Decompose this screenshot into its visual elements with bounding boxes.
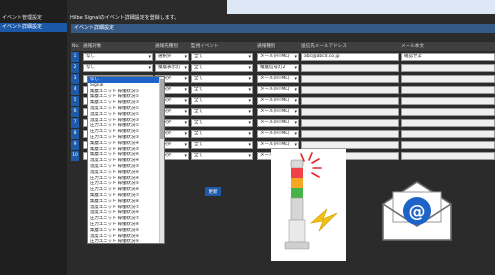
- email-input[interactable]: [301, 64, 399, 72]
- column-header-no: No.: [72, 44, 80, 49]
- column-header-dest-type: 通報先種別: [155, 44, 178, 49]
- dropdown-option[interactable]: 圧力ユニット 稼働状況⑨: [88, 239, 164, 243]
- row-number: 10: [71, 151, 79, 161]
- body-input[interactable]: [401, 64, 495, 72]
- email-input[interactable]: abc@abcd.co.jp: [301, 53, 399, 61]
- sidebar-item-event-management[interactable]: イベント管理設定: [0, 14, 67, 23]
- row-number: 7: [71, 118, 79, 128]
- email-input[interactable]: [301, 141, 399, 149]
- email-input[interactable]: [301, 97, 399, 105]
- kind-select[interactable]: メール(HTML): [257, 130, 299, 138]
- email-input[interactable]: [301, 75, 399, 83]
- body-input[interactable]: [401, 75, 495, 83]
- table-row: 2 なし積層表示灯全て積層信号灯2: [71, 63, 495, 73]
- event-select[interactable]: 全て: [191, 141, 253, 149]
- top-banner: [227, 0, 495, 14]
- column-header-event: 監視イベント: [191, 44, 219, 49]
- kind-select[interactable]: メール(HTML): [257, 86, 299, 94]
- body-input[interactable]: [401, 130, 495, 138]
- row-number: 1: [71, 52, 79, 62]
- app-window: イベント管理設定 イベント詳細設定 Hilbe Signalのイベント詳細設定を…: [0, 0, 495, 275]
- kind-select[interactable]: メール(HTML): [257, 108, 299, 116]
- row-number: 2: [71, 63, 79, 73]
- event-select[interactable]: 全て: [191, 130, 253, 138]
- event-select[interactable]: 全て: [191, 64, 253, 72]
- email-input[interactable]: [301, 130, 399, 138]
- section-title: イベント詳細設定: [71, 24, 495, 33]
- table-row: 1 なし選択外全てメール(HTML)abc@abcd.co.jp確認せよ: [71, 52, 495, 62]
- kind-select[interactable]: メール(HTML): [257, 97, 299, 105]
- dest-type-select[interactable]: 選択外: [155, 53, 189, 61]
- body-input[interactable]: [401, 97, 495, 105]
- column-header-body: メール本文: [401, 44, 424, 49]
- kind-select[interactable]: メール(HTML): [257, 75, 299, 83]
- event-select[interactable]: 全て: [191, 86, 253, 94]
- sidebar: イベント管理設定 イベント詳細設定: [0, 0, 67, 275]
- email-input[interactable]: [301, 119, 399, 127]
- target-select[interactable]: なし: [83, 64, 153, 72]
- body-input[interactable]: [401, 119, 495, 127]
- table-header: No. 通報対象 通報先種別 監視イベント 通報種別 送信先メールアドレス メー…: [71, 42, 495, 51]
- column-header-target: 通報対象: [83, 44, 102, 49]
- row-number: 6: [71, 107, 79, 117]
- update-button[interactable]: 更新: [205, 187, 221, 196]
- body-input[interactable]: 確認せよ: [401, 53, 495, 61]
- body-input[interactable]: [401, 141, 495, 149]
- kind-select[interactable]: メール(HTML): [257, 141, 299, 149]
- row-number: 3: [71, 74, 79, 84]
- event-select[interactable]: 全て: [191, 108, 253, 116]
- email-input[interactable]: [301, 108, 399, 116]
- row-number: 5: [71, 96, 79, 106]
- kind-select[interactable]: メール(HTML): [257, 53, 299, 61]
- row-number: 8: [71, 129, 79, 139]
- body-input[interactable]: [401, 108, 495, 116]
- row-number: 4: [71, 85, 79, 95]
- kind-select[interactable]: メール(HTML): [257, 119, 299, 127]
- event-select[interactable]: 全て: [191, 97, 253, 105]
- envelope-at-icon: @: [375, 178, 459, 242]
- event-select[interactable]: 全て: [191, 53, 253, 61]
- body-input[interactable]: [401, 86, 495, 94]
- mail-illustration: @: [382, 181, 452, 241]
- event-select[interactable]: 全て: [191, 152, 253, 160]
- sidebar-item-event-detail[interactable]: イベント詳細設定: [0, 23, 67, 32]
- row-number: 9: [71, 140, 79, 150]
- email-input[interactable]: [301, 86, 399, 94]
- target-dropdown-list[interactable]: なし Signal 集塵ユニット 稼働状況① 集塵ユニット 稼働状況② 集塵ユニット 稼…: [87, 76, 165, 244]
- body-input[interactable]: [401, 152, 495, 160]
- event-select[interactable]: 全て: [191, 75, 253, 83]
- dest-type-select[interactable]: 積層表示灯: [155, 64, 189, 72]
- signal-tower-illustration: [284, 152, 338, 250]
- event-select[interactable]: 全て: [191, 119, 253, 127]
- column-header-kind: 通報種別: [257, 44, 276, 49]
- kind-select[interactable]: 積層信号灯2: [257, 64, 299, 72]
- dropdown-scrollbar-thumb[interactable]: [160, 79, 164, 139]
- signal-tower-icon: [271, 149, 346, 261]
- column-header-email: 送信先メールアドレス: [301, 44, 347, 49]
- page-description: Hilbe Signalのイベント詳細設定を登録します。: [70, 15, 180, 21]
- svg-text:@: @: [409, 202, 426, 222]
- dropdown-options: なし Signal 集塵ユニット 稼働状況① 集塵ユニット 稼働状況② 集塵ユニット 稼…: [88, 77, 164, 243]
- target-select[interactable]: なし: [83, 53, 153, 61]
- dropdown-scrollbar[interactable]: [159, 77, 164, 243]
